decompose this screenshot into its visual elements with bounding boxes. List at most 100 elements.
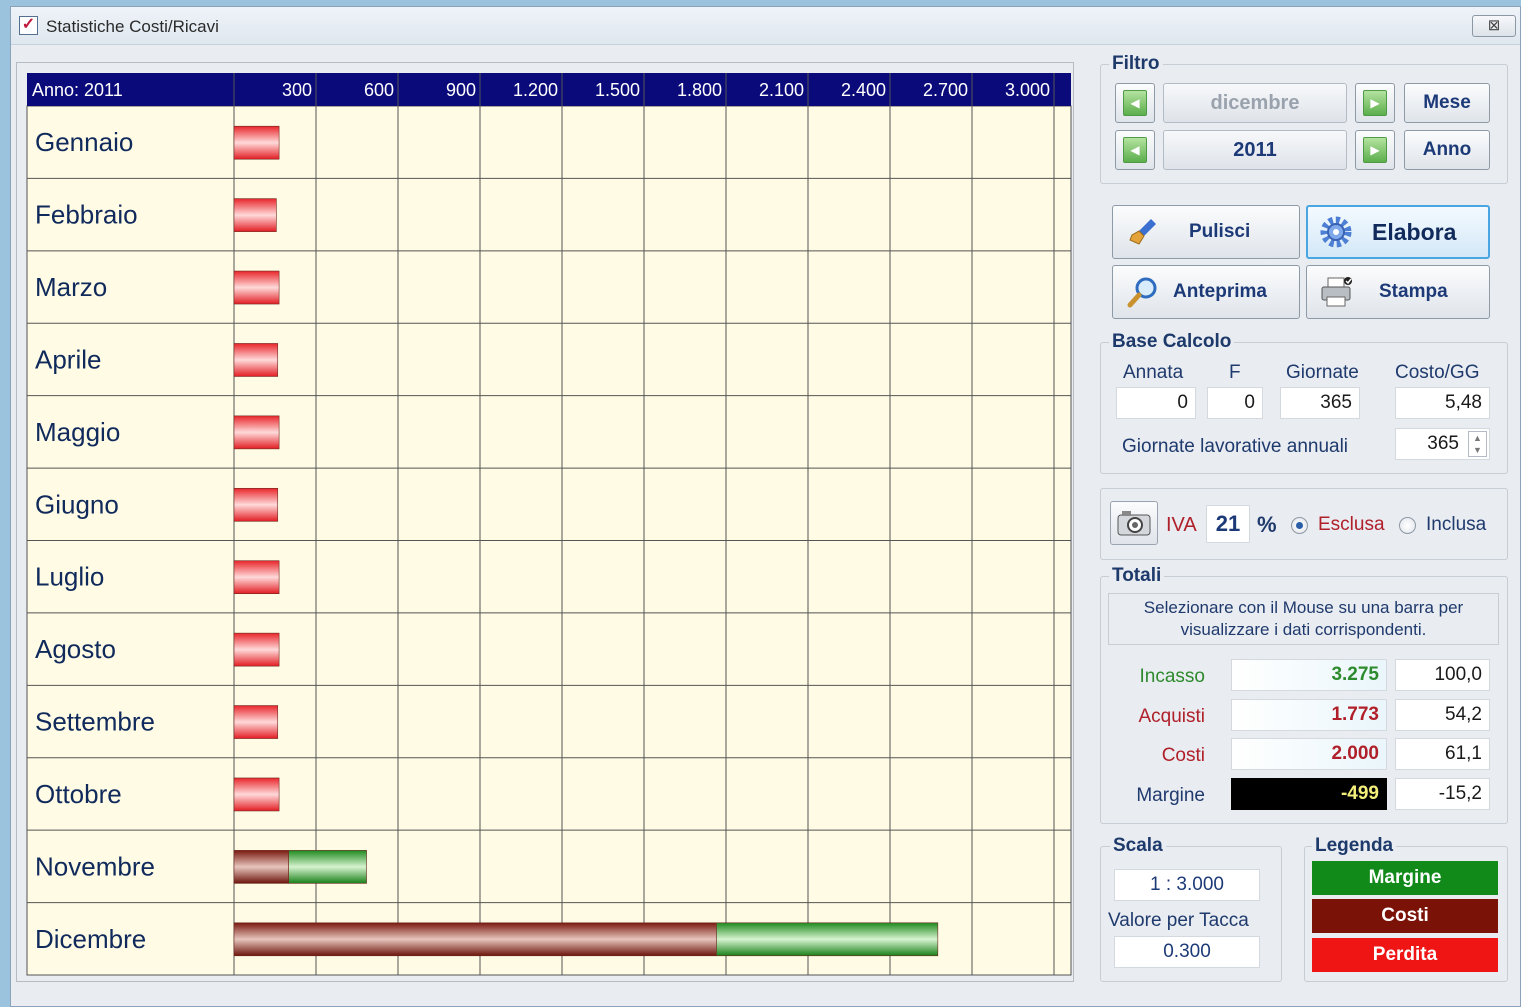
costo-gg-field[interactable]: 5,48 xyxy=(1395,387,1490,419)
x-tick-label: 900 xyxy=(446,80,476,100)
checkbox-app-icon: ✓ xyxy=(19,16,38,35)
x-tick-label: 2.100 xyxy=(759,80,804,100)
bar-perdita xyxy=(233,343,279,377)
legend-item-margine: Margine xyxy=(1312,861,1498,895)
category-label: Dicembre xyxy=(35,924,146,954)
totali-value-2: 2.000 xyxy=(1231,738,1387,770)
f-header: F xyxy=(1229,362,1241,383)
x-tick-label: 1.200 xyxy=(513,80,558,100)
pulisci-button[interactable]: Pulisci xyxy=(1112,205,1300,259)
category-label: Settembre xyxy=(35,707,155,737)
x-tick-label: 600 xyxy=(364,80,394,100)
chart-frame: Anno: 2011 300 600 900 1.200 1.500 1.800 2.100 2… xyxy=(16,62,1074,982)
gear-icon xyxy=(1316,215,1356,249)
inclusa-label[interactable]: Inclusa xyxy=(1426,514,1486,536)
year-prev-button[interactable]: ◀ xyxy=(1115,130,1155,170)
valore-tacca-field[interactable]: 0.300 xyxy=(1114,936,1260,968)
elabora-label: Elabora xyxy=(1372,218,1457,245)
giornate-lavorative-label: Giornate lavorative annuali xyxy=(1122,436,1349,457)
filtro-title: Filtro xyxy=(1109,53,1163,75)
chart-title: Anno: 2011 xyxy=(32,80,123,100)
category-label: Maggio xyxy=(35,417,120,447)
month-prev-button[interactable]: ◀ xyxy=(1115,83,1155,123)
bar-perdita xyxy=(233,487,279,522)
x-tick-label: 2.400 xyxy=(841,80,886,100)
f-field[interactable]: 0 xyxy=(1207,387,1263,419)
esclusa-radio[interactable] xyxy=(1291,517,1308,534)
category-label: Marzo xyxy=(35,272,107,302)
legend-item-perdita: Perdita xyxy=(1312,938,1498,972)
category-label: Aprile xyxy=(35,344,101,374)
giornate-lavorative-value: 365 xyxy=(1427,433,1459,454)
totali-label-1: Acquisti xyxy=(1138,706,1205,727)
esclusa-label[interactable]: Esclusa xyxy=(1318,514,1385,536)
year-next-button[interactable]: ▶ xyxy=(1355,130,1395,170)
stampa-button[interactable]: Stampa xyxy=(1306,265,1490,319)
totali-percent-3: -15,2 xyxy=(1395,778,1490,810)
giornate-lavorative-spinner[interactable]: 365 ▲ ▼ xyxy=(1395,428,1490,460)
totali-label-2: Costi xyxy=(1161,745,1205,766)
category-label: Novembre xyxy=(35,851,155,881)
category-label: Agosto xyxy=(35,634,116,664)
costo-gg-header: Costo/GG xyxy=(1395,362,1480,383)
totali-hint: Selezionare con il Mouse su una barra pe… xyxy=(1108,593,1499,645)
x-tick-label: 1.800 xyxy=(677,80,722,100)
category-label: Luglio xyxy=(35,562,104,592)
annata-field[interactable]: 0 xyxy=(1116,387,1196,419)
bar-margine xyxy=(716,922,939,957)
bar-perdita xyxy=(233,270,280,305)
totali-percent-0: 100,0 xyxy=(1395,659,1490,691)
elabora-button[interactable]: Elabora xyxy=(1306,205,1490,259)
bar-perdita xyxy=(233,777,280,812)
window-title: Statistiche Costi/Ricavi xyxy=(46,17,219,36)
iva-label: IVA xyxy=(1166,514,1197,536)
bar-perdita xyxy=(233,632,280,667)
base-calcolo-title: Base Calcolo xyxy=(1109,331,1235,353)
totali-label-3: Margine xyxy=(1136,785,1205,806)
radio-selected-dot xyxy=(1296,522,1303,529)
category-label: Gennaio xyxy=(35,127,133,157)
inclusa-radio[interactable] xyxy=(1399,517,1416,534)
anteprima-button[interactable]: Anteprima xyxy=(1112,265,1300,319)
x-tick-label: 2.700 xyxy=(923,80,968,100)
valore-tacca-label: Valore per Tacca xyxy=(1108,910,1249,931)
iva-field[interactable]: 21 xyxy=(1206,505,1250,543)
bar-perdita xyxy=(233,705,279,739)
totali-percent-1: 54,2 xyxy=(1395,699,1490,731)
scala-field[interactable]: 1 : 3.000 xyxy=(1114,869,1260,901)
scala-title: Scala xyxy=(1110,835,1166,857)
totali-label-0: Incasso xyxy=(1139,666,1205,687)
left-arrow-icon: ◀ xyxy=(1123,90,1147,116)
month-next-button[interactable]: ▶ xyxy=(1355,83,1395,123)
bar-costi xyxy=(233,922,717,957)
bar-perdita xyxy=(233,198,277,232)
totali-percent-2: 61,1 xyxy=(1395,738,1490,770)
year-display: 2011 xyxy=(1163,130,1347,170)
legenda-title: Legenda xyxy=(1312,835,1397,857)
bar-perdita xyxy=(233,125,280,160)
spinner-arrows-icon[interactable]: ▲ ▼ xyxy=(1468,431,1487,457)
bar-costi xyxy=(233,850,289,884)
category-label: Giugno xyxy=(35,489,119,519)
month-display: dicembre xyxy=(1163,83,1347,123)
close-button[interactable]: ⊠ xyxy=(1472,15,1516,37)
giornate-field[interactable]: 365 xyxy=(1280,387,1360,419)
x-tick-label: 300 xyxy=(282,80,312,100)
mese-button[interactable]: Mese xyxy=(1404,83,1490,123)
category-label: Febbraio xyxy=(35,200,138,230)
legend-item-costi: Costi xyxy=(1312,899,1498,933)
magnifier-icon xyxy=(1123,275,1163,309)
totali-title: Totali xyxy=(1109,565,1165,587)
bar-margine xyxy=(288,850,367,884)
category-label: Ottobre xyxy=(35,779,122,809)
right-arrow-icon: ▶ xyxy=(1363,90,1387,116)
anno-button[interactable]: Anno xyxy=(1404,130,1490,170)
bar-chart[interactable]: Anno: 2011 300 600 900 1.200 1.500 1.800 2.100 2… xyxy=(17,63,1075,983)
annata-header: Annata xyxy=(1123,362,1184,383)
camera-icon[interactable] xyxy=(1110,501,1158,545)
printer-icon xyxy=(1317,275,1357,309)
left-arrow-icon: ◀ xyxy=(1123,137,1147,163)
pulisci-label: Pulisci xyxy=(1189,221,1251,242)
right-arrow-icon: ▶ xyxy=(1363,137,1387,163)
giornate-header: Giornate xyxy=(1286,362,1359,383)
